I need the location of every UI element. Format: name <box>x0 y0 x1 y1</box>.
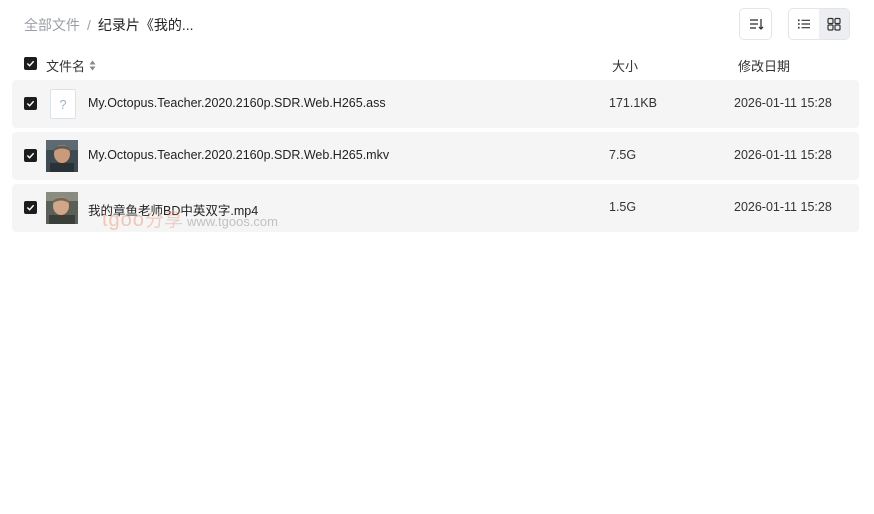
file-size: 1.5G <box>609 200 637 214</box>
view-toggle <box>788 8 850 40</box>
file-size: 7.5G <box>609 148 637 162</box>
top-bar: 全部文件 / 纪录片《我的... <box>0 0 874 48</box>
grid-view-icon <box>827 17 841 31</box>
breadcrumb-root[interactable]: 全部文件 <box>24 15 80 35</box>
video-thumbnail <box>46 192 78 224</box>
file-date: 2026-01-11 15:28 <box>734 148 832 162</box>
column-header-date[interactable]: 修改日期 <box>738 56 790 75</box>
file-checkbox[interactable] <box>24 97 37 110</box>
column-header-name-label: 文件名 <box>46 59 86 74</box>
sort-arrows-icon <box>89 60 96 71</box>
list-view-button[interactable] <box>789 9 819 39</box>
file-row[interactable]: My.Octopus.Teacher.2020.2160p.SDR.Web.H2… <box>12 132 859 180</box>
file-name[interactable]: 我的章鱼老师BD中英双字.mp4 <box>88 200 258 219</box>
file-row[interactable]: 我的章鱼老师BD中英双字.mp4 1.5G 2026-01-11 15:28 <box>12 184 859 232</box>
column-header-size[interactable]: 大小 <box>612 56 638 75</box>
column-header-name[interactable]: 文件名 <box>46 56 96 75</box>
grid-view-button[interactable] <box>819 9 849 39</box>
breadcrumb-current: 纪录片《我的... <box>97 17 194 33</box>
breadcrumb: 全部文件 / 纪录片《我的... <box>24 15 194 35</box>
sort-button[interactable] <box>739 8 772 40</box>
file-row[interactable]: ? My.Octopus.Teacher.2020.2160p.SDR.Web.… <box>12 80 859 128</box>
file-name[interactable]: My.Octopus.Teacher.2020.2160p.SDR.Web.H2… <box>88 96 386 110</box>
file-size: 171.1KB <box>609 96 657 110</box>
file-date: 2026-01-11 15:28 <box>734 96 832 110</box>
file-name[interactable]: My.Octopus.Teacher.2020.2160p.SDR.Web.H2… <box>88 148 389 162</box>
file-date: 2026-01-11 15:28 <box>734 200 832 214</box>
checkmark-icon <box>26 60 35 67</box>
file-checkbox[interactable] <box>24 201 37 214</box>
checkmark-icon <box>26 152 35 159</box>
toolbar <box>739 8 850 40</box>
checkmark-icon <box>26 204 35 211</box>
list-view-icon <box>798 19 810 29</box>
breadcrumb-separator: / <box>87 17 91 33</box>
file-list-header: 文件名 大小 修改日期 <box>12 52 859 76</box>
unknown-file-icon: ? <box>50 89 76 119</box>
video-thumbnail <box>46 140 78 172</box>
sort-lines-icon <box>749 19 763 30</box>
file-checkbox[interactable] <box>24 149 37 162</box>
select-all-checkbox[interactable] <box>24 57 37 70</box>
checkmark-icon <box>26 100 35 107</box>
